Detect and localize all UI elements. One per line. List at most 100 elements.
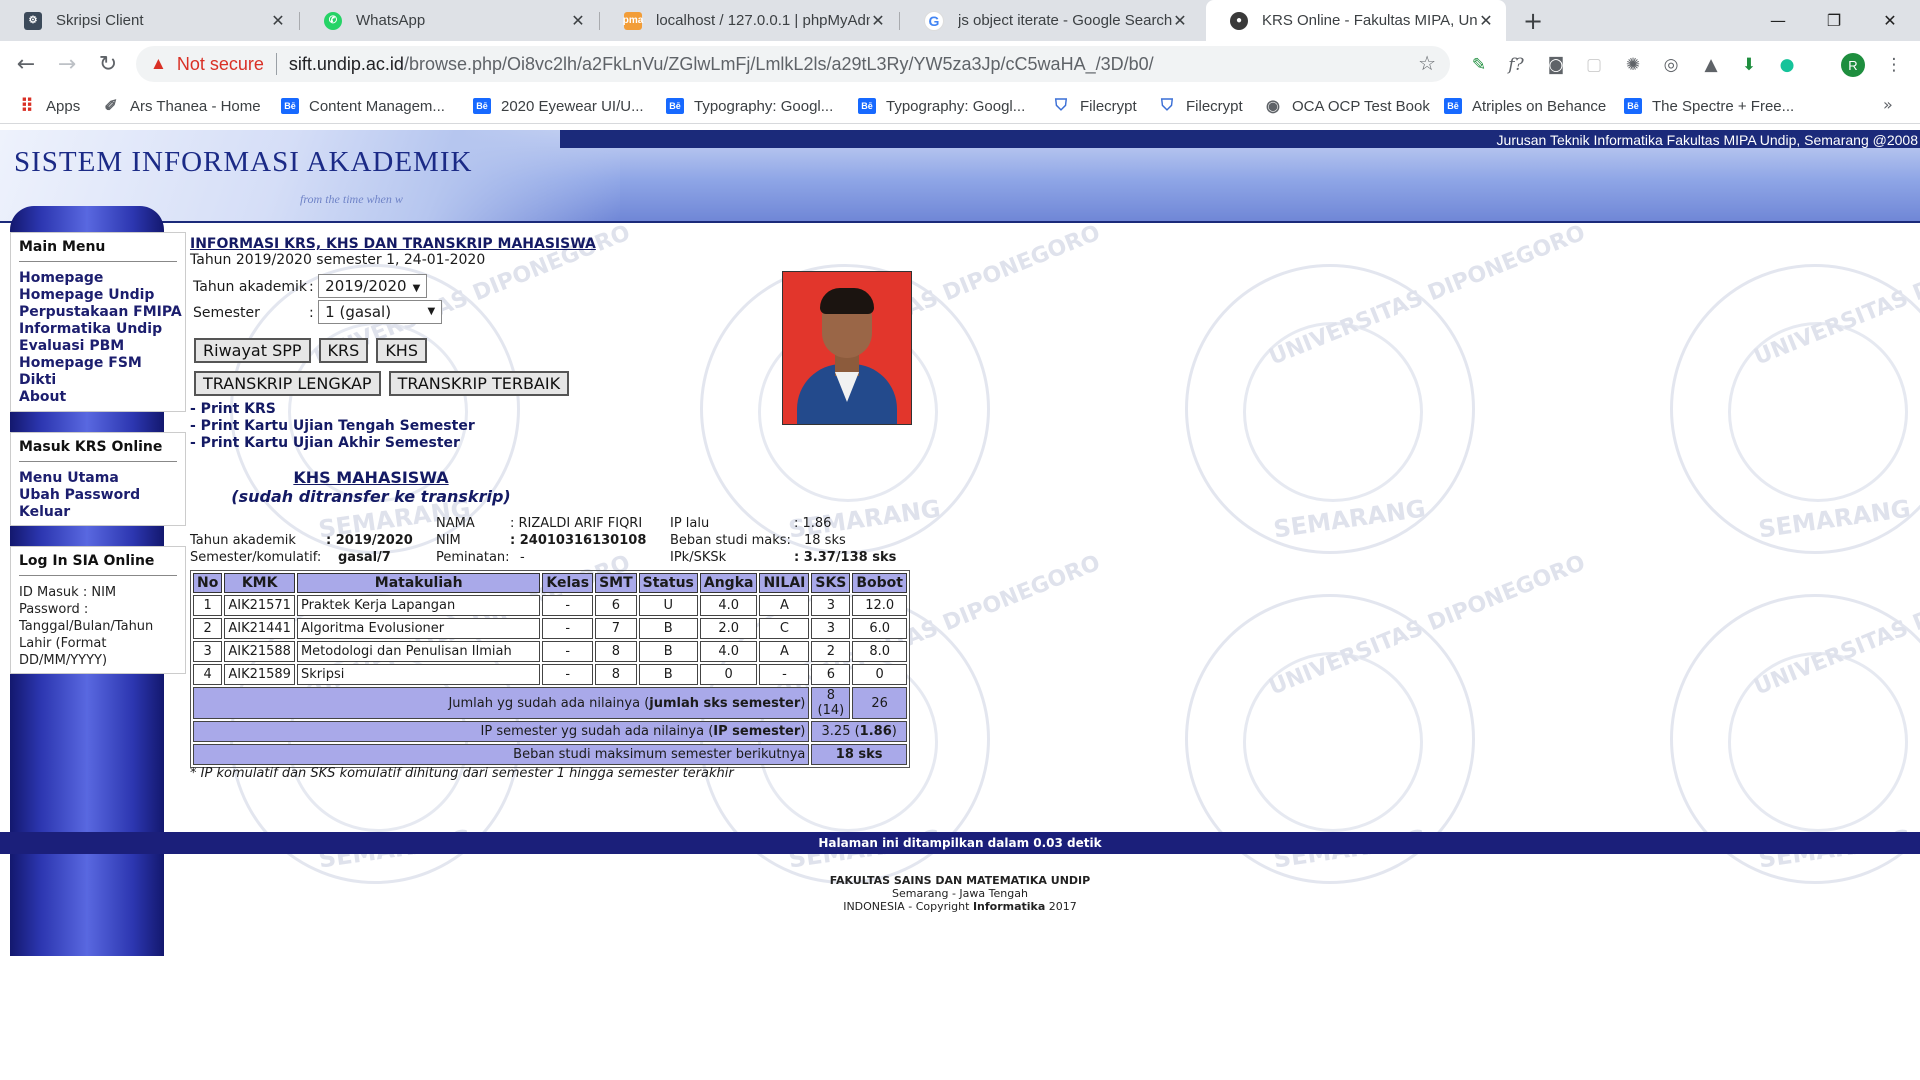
sidebar-link-menu-utama[interactable]: Menu Utama — [19, 470, 177, 487]
ip-lalu-label: IP lalu — [670, 516, 710, 531]
sidebar-link-evaluasi[interactable]: Evaluasi PBM — [19, 338, 177, 355]
browser-tab[interactable]: pma localhost / 127.0.0.1 | phpMyAdm ✕ — [600, 0, 898, 41]
close-window-button[interactable]: ✕ — [1862, 0, 1918, 41]
undip-seal-watermark: UNIVERSITAS DIPONEGOROSEMARANG — [1185, 221, 1589, 554]
download-extension-icon[interactable]: ⬇ — [1738, 54, 1760, 76]
browser-tab-strip: ⚙ Skripsi Client ✕ ✆ WhatsApp ✕ pma loca… — [0, 0, 1920, 41]
minimize-button[interactable]: — — [1750, 0, 1806, 41]
bookmark-item[interactable]: ⛉ Filecrypt — [1158, 95, 1243, 117]
grammarly-extension-icon[interactable]: ● — [1776, 54, 1798, 76]
table-cell: AIK21588 — [224, 641, 295, 662]
render-time-bar: Halaman ini ditampilkan dalam 0.03 detik — [0, 832, 1920, 854]
bookmark-item[interactable]: Bē The Spectre + Free... — [1624, 95, 1794, 117]
phpmyadmin-icon: pma — [623, 11, 643, 30]
col-header: Matakuliah — [296, 573, 541, 593]
summary-text: ) — [800, 695, 806, 711]
ipk-value: : 3.37/138 sks — [794, 550, 897, 565]
table-cell: 6 — [811, 664, 851, 685]
shield-icon: ⛉ — [1054, 97, 1067, 114]
new-tab-button[interactable]: + — [1518, 6, 1548, 36]
font-extension-icon[interactable]: f? — [1505, 54, 1527, 76]
browser-tab-active[interactable]: ● KRS Online - Fakultas MIPA, Undi ✕ — [1206, 0, 1506, 41]
bookmark-item[interactable]: ✐ Ars Thanea - Home — [102, 95, 261, 117]
login-info-line: ID Masuk : NIM — [19, 585, 117, 600]
more-bookmarks-icon[interactable]: » — [1883, 95, 1893, 114]
sidebar-link-homepage[interactable]: Homepage — [19, 270, 177, 287]
bookmark-star-icon[interactable]: ☆ — [1418, 51, 1436, 76]
bookmark-item[interactable]: Bē Atriples on Behance — [1444, 95, 1606, 117]
browser-tab[interactable]: ⚙ Skripsi Client ✕ — [0, 0, 298, 41]
close-tab-icon[interactable]: ✕ — [1172, 13, 1188, 30]
colon: : — [309, 305, 314, 321]
summary-row-beban: Beban studi maksimum semester berikutnya… — [193, 744, 907, 765]
sidebar-link-about[interactable]: About — [19, 389, 177, 406]
footer-location: Semarang - Jawa Tengah — [892, 887, 1028, 900]
close-tab-icon[interactable]: ✕ — [1478, 13, 1494, 30]
tahun-select-value: 2019/2020 — [325, 277, 407, 295]
semester-select[interactable]: 1 (gasal) ▼ — [318, 300, 443, 324]
tahun-akademik-label: Tahun akademik — [190, 533, 296, 548]
bookmark-item[interactable]: ◉ OCA OCP Test Book — [1264, 95, 1430, 117]
close-tab-icon[interactable]: ✕ — [870, 13, 886, 30]
circle-extension-icon[interactable]: ◎ — [1660, 54, 1682, 76]
menu-dots-icon[interactable]: ⋮ — [1883, 54, 1905, 76]
transkrip-terbaik-button[interactable]: TRANSKRIP TERBAIK — [388, 371, 570, 396]
table-cell: AIK21589 — [224, 664, 295, 685]
close-tab-icon[interactable]: ✕ — [270, 13, 286, 30]
ipk-label: IPk/SKSk — [670, 550, 727, 565]
bookmark-item[interactable]: Bē Typography: Googl... — [858, 95, 1025, 117]
bookmark-item[interactable]: ⛉ Filecrypt — [1052, 95, 1137, 117]
drive-extension-icon[interactable]: ▲ — [1700, 54, 1722, 76]
back-arrow-icon[interactable]: ← — [10, 48, 42, 80]
camera-extension-icon[interactable]: ◙ — [1545, 54, 1567, 76]
tahun-select[interactable]: 2019/2020 ▼ — [318, 274, 428, 298]
bookmark-item[interactable]: Bē Typography: Googl... — [666, 95, 833, 117]
bookmark-label: Ars Thanea - Home — [130, 97, 261, 115]
login-info-line: Lahir (Format — [19, 636, 107, 651]
sidebar-link-homepage-undip[interactable]: Homepage Undip — [19, 287, 177, 304]
student-photo — [782, 271, 912, 425]
banner-ghost-text: from the time when w — [300, 192, 403, 206]
peminatan-label: Peminatan: — [436, 550, 510, 565]
profile-avatar[interactable]: R — [1841, 53, 1865, 77]
beban-label: Beban studi maks: — [670, 533, 791, 548]
close-tab-icon[interactable]: ✕ — [570, 13, 586, 30]
krs-button[interactable]: KRS — [318, 338, 369, 363]
colon: : — [309, 279, 314, 295]
address-bar[interactable]: ▲ Not secure sift.undip.ac.id /browse.ph… — [136, 46, 1450, 82]
blank-extension-icon[interactable]: ▢ — [1583, 54, 1605, 76]
nim-value: : 24010316130108 — [510, 533, 647, 548]
bookmark-item[interactable]: ⠿ Apps — [18, 95, 80, 117]
sidebar-link-keluar[interactable]: Keluar — [19, 504, 177, 521]
spinner-extension-icon[interactable]: ✺ — [1622, 54, 1644, 76]
sidebar-link-dikti[interactable]: Dikti — [19, 372, 177, 389]
dropdown-arrow-icon: ▼ — [427, 306, 436, 317]
riwayat-spp-button[interactable]: Riwayat SPP — [194, 338, 311, 363]
browser-tab[interactable]: G js object iterate - Google Search ✕ — [900, 0, 1200, 41]
summary-ip-value: 3.25 (1.86) — [811, 721, 907, 742]
site-title: SISTEM INFORMASI AKADEMIK — [14, 146, 473, 178]
sidebar-link-ubah-password[interactable]: Ubah Password — [19, 487, 177, 504]
url-path: /browse.php/Oi8vc2lh/a2FkLnVu/ZGlwLmFj/L… — [403, 53, 1154, 74]
site-banner: Jurusan Teknik Informatika Fakultas MIPA… — [0, 130, 1920, 222]
eyedropper-extension-icon[interactable]: ✎ — [1468, 54, 1490, 76]
browser-toolbar: ← → ↻ ▲ Not secure sift.undip.ac.id /bro… — [0, 41, 1920, 87]
semester-select-value: 1 (gasal) — [325, 303, 392, 321]
print-uas-link[interactable]: - Print Kartu Ujian Akhir Semester — [190, 435, 920, 452]
reload-icon[interactable]: ↻ — [92, 48, 124, 80]
browser-tab[interactable]: ✆ WhatsApp ✕ — [300, 0, 598, 41]
tab-title: js object iterate - Google Search — [958, 12, 1172, 29]
bookmark-item[interactable]: Bē 2020 Eyewear UI/U... — [473, 95, 644, 117]
summary-beban-value: 18 sks — [811, 744, 907, 765]
col-header: Bobot — [852, 573, 907, 593]
bookmark-item[interactable]: Bē Content Managem... — [281, 95, 445, 117]
maximize-button[interactable]: ❐ — [1806, 0, 1862, 41]
sidebar-link-informatika[interactable]: Informatika Undip — [19, 321, 177, 338]
transkrip-lengkap-button[interactable]: TRANSKRIP LENGKAP — [194, 371, 381, 396]
sidebar-link-homepage-fsm[interactable]: Homepage FSM — [19, 355, 177, 372]
khs-heading: KHS MAHASISWA (sudah ditransfer ke trans… — [190, 468, 552, 506]
forward-arrow-icon[interactable]: → — [51, 48, 83, 80]
khs-button[interactable]: KHS — [376, 338, 427, 363]
col-header: SMT — [595, 573, 637, 593]
sidebar-link-perpustakaan[interactable]: Perpustakaan FMIPA — [19, 304, 182, 321]
